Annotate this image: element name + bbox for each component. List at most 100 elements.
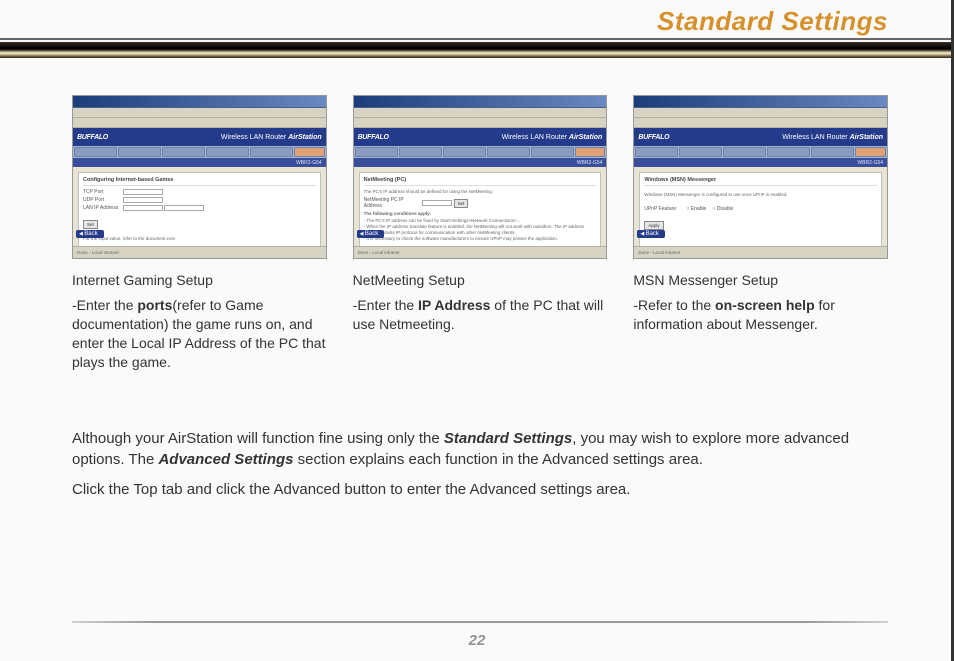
header-rule bbox=[0, 38, 954, 40]
footer-paragraphs: Although your AirStation will function f… bbox=[72, 429, 888, 500]
model-number: WBR2-G54 bbox=[857, 160, 883, 166]
tab-item bbox=[162, 147, 205, 157]
tab-item bbox=[399, 147, 442, 157]
content-area: BUFFALO Wireless LAN Router AirStation W… bbox=[72, 95, 888, 510]
caption-netmeeting: NetMeeting Setup -Enter the IP Address o… bbox=[353, 271, 608, 334]
input-box bbox=[123, 205, 163, 211]
back-button: Back bbox=[637, 230, 665, 238]
model-band: WBR2-G54 bbox=[634, 158, 887, 167]
browser-statusbar: Done - Local intranet bbox=[634, 246, 887, 258]
input-box bbox=[123, 197, 163, 203]
tab-logout bbox=[855, 147, 886, 157]
tab-item bbox=[355, 147, 398, 157]
footer-bold: Advanced Settings bbox=[158, 451, 293, 468]
caption-text: -Enter the bbox=[72, 297, 137, 313]
input-box bbox=[123, 189, 163, 195]
tab-item bbox=[679, 147, 722, 157]
page-title: Standard Settings bbox=[657, 6, 888, 37]
page-header: Standard Settings bbox=[0, 0, 954, 58]
brand-buffalo: BUFFALO bbox=[638, 134, 669, 141]
field-row: NetMeeting PC IP Address Set bbox=[364, 197, 597, 209]
label-ip: LAN IP Address bbox=[83, 205, 123, 211]
tab-item bbox=[635, 147, 678, 157]
back-button: Back bbox=[76, 230, 104, 238]
router-tabs bbox=[354, 146, 607, 158]
brand-buffalo: BUFFALO bbox=[358, 134, 389, 141]
caption-bold: ports bbox=[137, 297, 172, 313]
router-tabs bbox=[634, 146, 887, 158]
column-netmeeting: BUFFALO Wireless LAN Router AirStation W… bbox=[353, 95, 608, 371]
tab-item bbox=[250, 147, 293, 157]
window-titlebar bbox=[354, 96, 607, 108]
three-columns: BUFFALO Wireless LAN Router AirStation W… bbox=[72, 95, 888, 371]
tab-item bbox=[118, 147, 161, 157]
screenshot-gaming: BUFFALO Wireless LAN Router AirStation W… bbox=[72, 95, 327, 259]
bottom-rule bbox=[72, 621, 888, 623]
caption-msn: MSN Messenger Setup -Refer to the on-scr… bbox=[633, 271, 888, 334]
footer-p2: Click the Top tab and click the Advanced… bbox=[72, 480, 888, 500]
caption-text: -Enter the bbox=[353, 297, 418, 313]
input-box bbox=[164, 205, 204, 211]
label-upnp: UPnP Feature: bbox=[644, 206, 686, 212]
tab-item bbox=[206, 147, 249, 157]
tab-item bbox=[74, 147, 117, 157]
browser-toolbar bbox=[354, 108, 607, 118]
tab-logout bbox=[294, 147, 325, 157]
tab-item bbox=[811, 147, 854, 157]
footer-text: section explains each function in the Ad… bbox=[293, 451, 702, 468]
brand-buffalo: BUFFALO bbox=[77, 134, 108, 141]
model-number: WBR2-G54 bbox=[577, 160, 603, 166]
tab-item bbox=[487, 147, 530, 157]
apply-button: Apply bbox=[644, 221, 663, 230]
field-row: LAN IP Address bbox=[83, 205, 316, 211]
window-titlebar bbox=[634, 96, 887, 108]
radio-disable: ○ Disable bbox=[712, 206, 733, 212]
router-brand-bar: BUFFALO Wireless LAN Router AirStation bbox=[634, 128, 887, 146]
tab-logout bbox=[575, 147, 606, 157]
pane-conditions: - The PC's IP address can be fixed by St… bbox=[364, 218, 597, 243]
config-pane: Configuring Internet-based Games TCP Por… bbox=[78, 172, 321, 250]
brand-airstation: Wireless LAN Router AirStation bbox=[221, 134, 322, 141]
page-number: 22 bbox=[0, 632, 954, 649]
label-netip: NetMeeting PC IP Address bbox=[364, 197, 422, 209]
column-msn: BUFFALO Wireless LAN Router AirStation W… bbox=[633, 95, 888, 371]
column-gaming: BUFFALO Wireless LAN Router AirStation W… bbox=[72, 95, 327, 371]
input-box bbox=[422, 200, 452, 206]
label-udp: UDP Port bbox=[83, 197, 123, 203]
set-button: Set bbox=[454, 199, 469, 208]
browser-statusbar: Done - Local intranet bbox=[73, 246, 326, 258]
caption-text: -Refer to the bbox=[633, 297, 715, 313]
model-band: WBR2-G54 bbox=[73, 158, 326, 167]
tab-item bbox=[531, 147, 574, 157]
router-brand-bar: BUFFALO Wireless LAN Router AirStation bbox=[354, 128, 607, 146]
caption-bold: on-screen help bbox=[715, 297, 815, 313]
brand-airstation: Wireless LAN Router AirStation bbox=[782, 134, 883, 141]
model-band: WBR2-G54 bbox=[354, 158, 607, 167]
browser-addressbar bbox=[634, 118, 887, 128]
header-band bbox=[0, 42, 954, 58]
caption-heading: Internet Gaming Setup bbox=[72, 271, 327, 290]
label-tcp: TCP Port bbox=[83, 189, 123, 195]
model-number: WBR2-G54 bbox=[296, 160, 322, 166]
browser-toolbar bbox=[73, 108, 326, 118]
pane-header: Configuring Internet-based Games bbox=[83, 177, 316, 186]
brand-airstation: Wireless LAN Router AirStation bbox=[502, 134, 603, 141]
caption-bold: IP Address bbox=[418, 297, 490, 313]
caption-gaming: Internet Gaming Setup -Enter the ports(r… bbox=[72, 271, 327, 371]
back-button: Back bbox=[357, 230, 385, 238]
footer-text: Although your AirStation will function f… bbox=[72, 430, 444, 447]
browser-addressbar bbox=[73, 118, 326, 128]
router-tabs bbox=[73, 146, 326, 158]
screenshot-netmeeting: BUFFALO Wireless LAN Router AirStation W… bbox=[353, 95, 608, 259]
footer-bold: Standard Settings bbox=[444, 430, 572, 447]
tab-item bbox=[443, 147, 486, 157]
field-row: UDP Port bbox=[83, 197, 316, 203]
caption-heading: NetMeeting Setup bbox=[353, 271, 608, 290]
tab-item bbox=[767, 147, 810, 157]
footer-p1: Although your AirStation will function f… bbox=[72, 429, 888, 470]
browser-statusbar: Done - Local intranet bbox=[354, 246, 607, 258]
caption-heading: MSN Messenger Setup bbox=[633, 271, 888, 290]
config-pane: NetMeeting (PC) The PC's IP address shou… bbox=[359, 172, 602, 250]
screenshot-msn: BUFFALO Wireless LAN Router AirStation W… bbox=[633, 95, 888, 259]
tab-item bbox=[723, 147, 766, 157]
